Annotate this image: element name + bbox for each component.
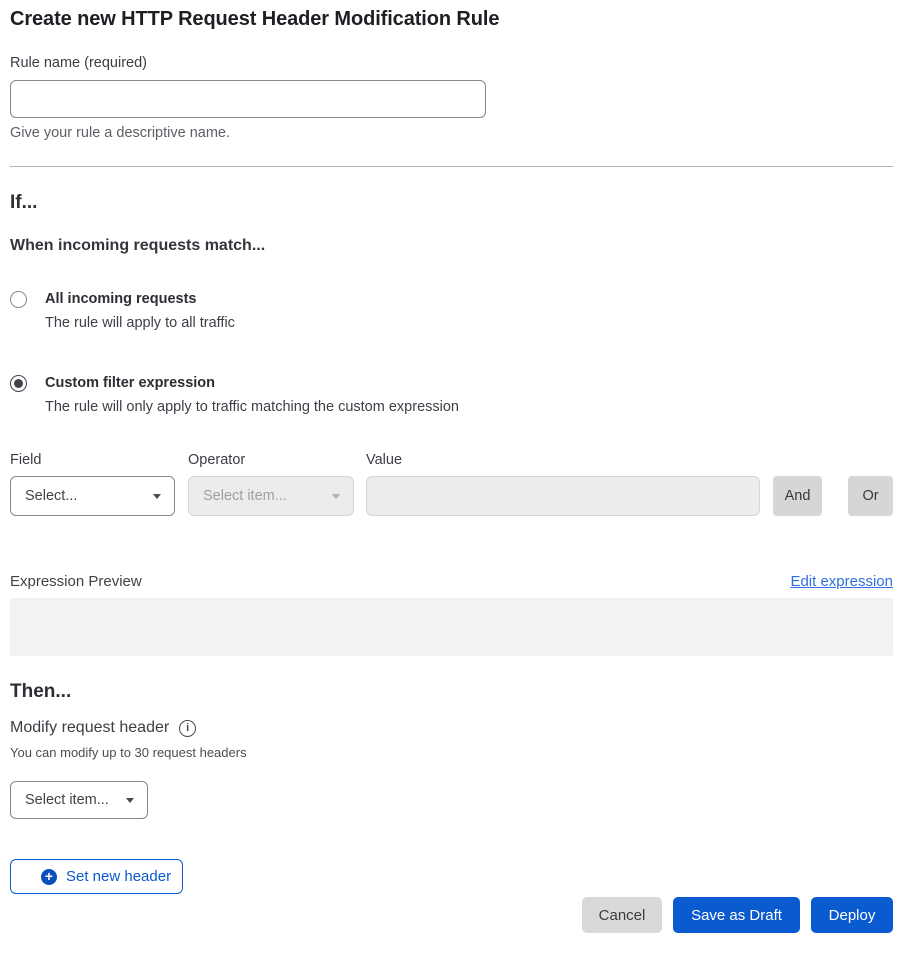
field-select[interactable]: Select... [10, 476, 175, 516]
radio-option-all-incoming[interactable]: All incoming requests The rule will appl… [10, 290, 893, 333]
plus-circle-icon: + [41, 869, 57, 885]
radio-option-label[interactable]: Custom filter expression [45, 374, 459, 392]
header-action-select-value: Select item... [25, 792, 109, 808]
caret-down-icon [153, 494, 161, 499]
match-subheading: When incoming requests match... [10, 237, 893, 255]
radio-option-texts: All incoming requests The rule will appl… [45, 290, 235, 333]
rule-name-input[interactable] [10, 80, 486, 118]
rule-name-helper: Give your rule a descriptive name. [10, 125, 893, 141]
info-icon[interactable]: i [179, 720, 196, 737]
and-button[interactable]: And [773, 476, 822, 516]
header-action-select[interactable]: Select item... [10, 781, 148, 819]
radio-option-description: The rule will apply to all traffic [45, 314, 235, 333]
operator-label: Operator [188, 452, 366, 468]
operator-select-value: Select item... [203, 488, 287, 504]
set-new-header-button[interactable]: + Set new header [10, 859, 183, 894]
then-heading: Then... [10, 681, 893, 703]
expression-preview-label: Expression Preview [10, 573, 142, 590]
section-divider [10, 166, 893, 167]
operator-select[interactable]: Select item... [188, 476, 354, 516]
page-title: Create new HTTP Request Header Modificat… [10, 8, 893, 31]
radio-option-description: The rule will only apply to traffic matc… [45, 398, 459, 417]
radio-dot [14, 379, 23, 388]
expression-preview-box [10, 598, 893, 656]
create-rule-page: Create new HTTP Request Header Modificat… [0, 0, 899, 956]
radio-button-custom-filter[interactable] [10, 375, 27, 392]
rule-name-label: Rule name (required) [10, 55, 893, 71]
expression-builder-labels: Field Operator Value [10, 452, 893, 468]
deploy-button[interactable]: Deploy [811, 897, 893, 933]
modify-header-label: Modify request header [10, 719, 169, 737]
caret-down-icon [126, 798, 134, 803]
expression-builder-row: Select... Select item... And Or [10, 476, 893, 516]
expression-preview-header: Expression Preview Edit expression [10, 573, 893, 590]
field-label: Field [10, 452, 188, 468]
edit-expression-link[interactable]: Edit expression [790, 573, 893, 590]
field-select-value: Select... [25, 488, 77, 504]
radio-option-custom-filter[interactable]: Custom filter expression The rule will o… [10, 374, 893, 417]
or-button[interactable]: Or [848, 476, 893, 516]
radio-option-texts: Custom filter expression The rule will o… [45, 374, 459, 417]
cancel-button[interactable]: Cancel [582, 897, 662, 933]
if-heading: If... [10, 192, 893, 214]
footer-actions: Cancel Save as Draft Deploy [10, 897, 893, 933]
header-count-helper: You can modify up to 30 request headers [10, 745, 893, 760]
caret-down-icon [332, 494, 340, 499]
radio-dot [14, 295, 23, 304]
value-input[interactable] [366, 476, 760, 516]
value-label: Value [366, 452, 893, 468]
set-new-header-label: Set new header [66, 868, 171, 885]
radio-button-all-incoming[interactable] [10, 291, 27, 308]
save-as-draft-button[interactable]: Save as Draft [673, 897, 800, 933]
modify-header-row: Modify request header i [10, 719, 893, 737]
radio-option-label[interactable]: All incoming requests [45, 290, 235, 308]
